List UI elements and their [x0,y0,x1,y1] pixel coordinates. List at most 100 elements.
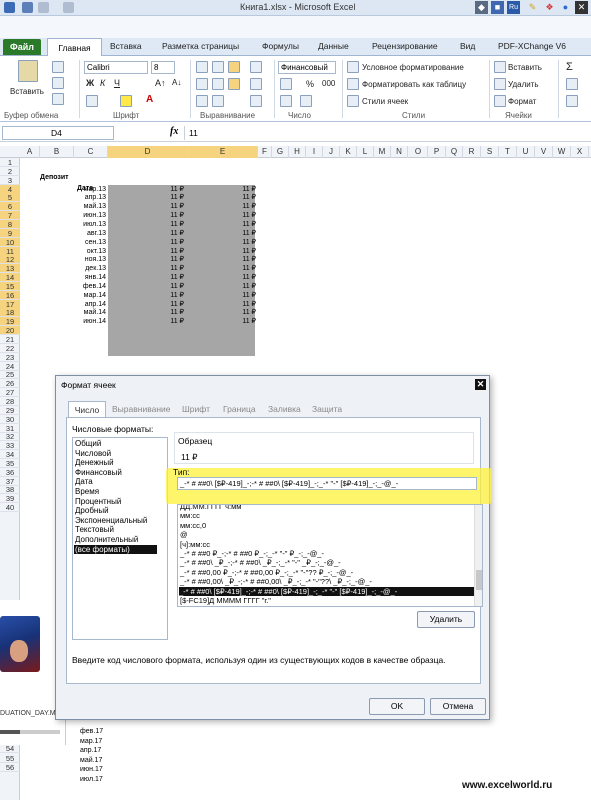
tab-review[interactable]: Рецензирование [372,41,438,51]
name-box[interactable]: D4 [2,126,114,140]
row-header[interactable]: 32 [0,432,20,442]
row-header[interactable]: 12 [0,255,20,265]
row-header[interactable]: 36 [0,468,20,477]
column-header[interactable]: U [517,146,535,158]
format-category-item[interactable]: Процентный [75,497,121,507]
align-top-icon[interactable] [196,61,208,73]
column-header[interactable]: L [357,146,374,158]
date-cell[interactable]: ноя.13 [78,255,106,264]
format-category-item[interactable]: (все форматы) [74,544,157,555]
tab-font[interactable]: Шрифт [182,404,210,414]
number-format-select[interactable]: Финансовый [278,61,336,74]
conditional-formatting-icon[interactable] [347,61,359,73]
format-code-item[interactable]: _-* # ##0,00\ _₽_-;-* # ##0,00\ _₽_-;_-*… [180,577,372,586]
tab-data[interactable]: Данные [318,41,349,51]
column-header[interactable]: I [306,146,323,158]
row-header[interactable]: 9 [0,228,20,238]
column-header[interactable]: B [40,146,74,158]
row-header[interactable]: 28 [0,397,20,406]
row-header[interactable]: 20 [0,326,20,336]
app-icon[interactable]: ■ [491,1,504,14]
row-header[interactable]: 40 [0,503,20,513]
date-cell[interactable]: мар.14 [78,291,106,300]
row-header[interactable]: 4 [0,184,20,194]
value-cell[interactable]: 11 ₽ [150,255,184,264]
font-color-icon[interactable]: A [146,94,153,105]
date-cell[interactable]: фев.14 [78,282,106,291]
value-cell[interactable]: 11 ₽ [150,220,184,229]
date-cell[interactable]: янв.14 [78,273,106,282]
value-cell[interactable]: 11 ₽ [222,211,256,220]
close-icon[interactable]: ✕ [575,1,588,14]
type-code-input[interactable]: _-* # ##0\ [$₽-419]_-;-* # ##0\ [$₽-419]… [177,477,477,490]
format-category-item[interactable]: Денежный [75,458,114,468]
row-header[interactable]: 13 [0,264,20,274]
format-code-item[interactable]: _-* # ##0,00 ₽_-;-* # ##0,00 ₽_-;_-* "-"… [180,568,353,577]
value-cell[interactable]: 11 ₽ [150,238,184,247]
row-header[interactable]: 5 [0,193,20,203]
column-header[interactable]: C [74,146,108,158]
date-cell[interactable]: июл.17 [80,775,103,784]
column-header[interactable]: V [535,146,553,158]
row-header[interactable]: 39 [0,494,20,504]
delete-cells-icon[interactable] [494,78,506,90]
format-code-item[interactable]: [ч]:мм:сс [180,540,210,549]
column-header[interactable]: A [20,146,40,158]
paste-icon[interactable] [18,60,38,82]
orientation-icon[interactable] [250,61,262,73]
value-cell[interactable]: 11 ₽ [222,255,256,264]
formats-list[interactable]: Общий Числовой Денежный Финансовый Дата Время… [72,437,168,640]
undo-icon[interactable] [38,2,49,13]
tab-home[interactable]: Главная [47,38,102,57]
value-cell[interactable]: 11 ₽ [222,185,256,194]
align-bottom-icon[interactable] [228,61,240,73]
format-category-item[interactable]: Общий [75,439,101,449]
tab-formulas[interactable]: Формулы [262,41,299,51]
increase-indent-icon[interactable] [212,95,224,107]
column-header[interactable]: E [188,146,258,158]
font-name-select[interactable]: Calibri [84,61,148,74]
row-header[interactable]: 33 [0,441,20,451]
value-cell[interactable]: 11 ₽ [150,211,184,220]
row-header[interactable]: 16 [0,290,20,300]
row-header[interactable]: 3 [0,176,20,185]
row-header[interactable]: 27 [0,388,20,398]
align-middle-icon[interactable] [212,61,224,73]
date-cell[interactable]: сен.13 [78,238,106,247]
align-left-icon[interactable] [196,78,208,90]
date-cell[interactable]: мар.17 [80,737,102,746]
date-cell[interactable]: авг.13 [78,229,106,238]
row-header[interactable]: 30 [0,415,20,424]
row-header[interactable]: 55 [0,754,20,763]
close-icon[interactable]: ✕ [475,379,486,390]
value-cell[interactable]: 11 ₽ [222,317,256,326]
tab-alignment[interactable]: Выравнивание [112,404,171,414]
align-center-icon[interactable] [212,78,224,90]
column-header[interactable]: N [391,146,408,158]
column-header[interactable]: O [409,146,428,158]
value-cell[interactable]: 11 ₽ [222,202,256,211]
date-cell[interactable]: мар.13 [78,185,106,194]
value-cell[interactable]: 11 ₽ [150,229,184,238]
value-cell[interactable]: 11 ₽ [150,308,184,317]
italic-icon[interactable]: К [100,78,105,88]
date-cell[interactable]: май.14 [78,308,106,317]
redo-icon[interactable] [63,2,74,13]
value-cell[interactable]: 11 ₽ [150,273,184,282]
copy-icon[interactable] [52,77,64,89]
delete-cells-button[interactable]: Удалить [508,80,539,89]
row-header[interactable]: 8 [0,219,20,229]
align-right-icon[interactable] [228,78,240,90]
row-header[interactable]: 29 [0,406,20,415]
row-header[interactable]: 10 [0,237,20,247]
clear-icon[interactable] [566,95,578,107]
value-cell[interactable]: 11 ₽ [222,229,256,238]
column-header[interactable]: S [481,146,499,158]
font-size-select[interactable]: 8 [151,61,175,74]
value-cell[interactable]: 11 ₽ [150,247,184,256]
tab-fill[interactable]: Заливка [268,404,301,414]
row-header[interactable]: 24 [0,362,20,371]
format-category-item[interactable]: Дата [75,477,93,487]
sync-icon[interactable]: ❖ [543,1,556,14]
value-cell[interactable]: 11 ₽ [222,220,256,229]
